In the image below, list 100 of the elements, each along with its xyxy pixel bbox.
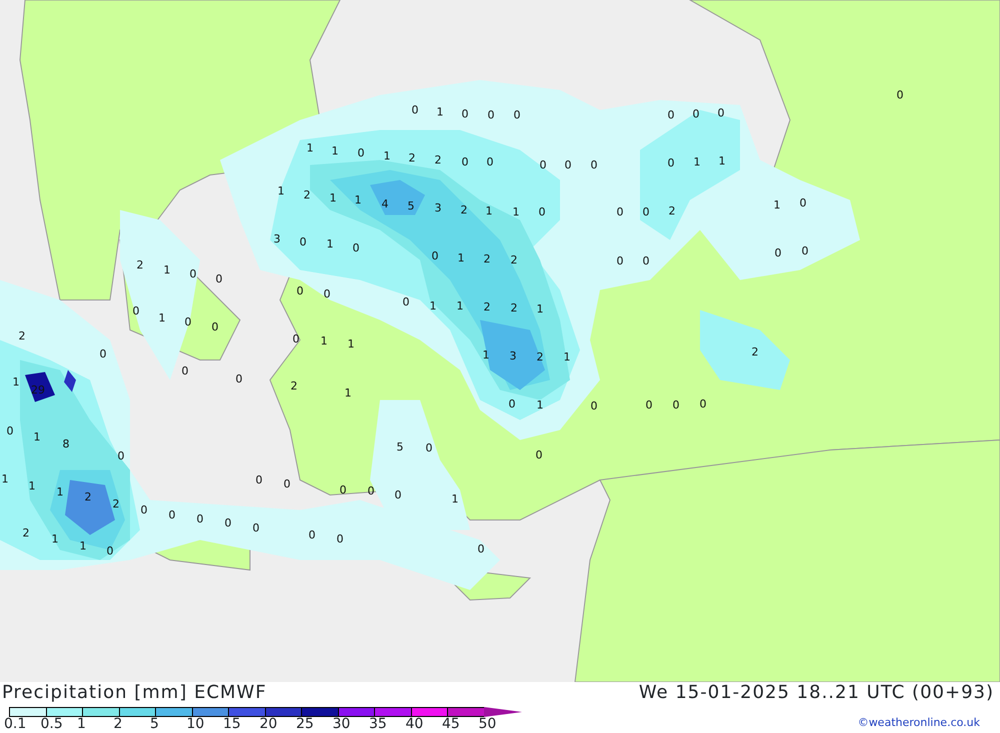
precipitation-value: 0 (478, 544, 484, 554)
scale-label: 0.1 (4, 717, 28, 732)
precipitation-value: 0 (800, 198, 806, 208)
precipitation-value: 0 (538, 206, 546, 218)
precipitation-value: 2 (510, 302, 518, 314)
precipitation-value: 1 (52, 534, 58, 544)
precipitation-value: 1 (384, 150, 390, 162)
precipitation-value: 0 (774, 248, 782, 258)
precipitation-value: 0 (802, 246, 808, 256)
precipitation-value: 0 (616, 256, 624, 266)
precipitation-value: 0 (168, 510, 176, 520)
precipitation-value: 2 (290, 380, 298, 392)
precipitation-value: 0 (308, 530, 316, 540)
precipitation-value: 0 (508, 398, 516, 410)
precipitation-value: 0 (668, 158, 674, 168)
scale-label: 25 (296, 717, 315, 732)
precipitation-value: 2 (434, 154, 442, 166)
precipitation-value: 0 (700, 398, 706, 410)
precipitation-value: 3 (274, 234, 280, 244)
precipitation-value: 0 (402, 296, 410, 308)
precipitation-value: 0 (692, 108, 700, 120)
precipitation-value: 8 (62, 438, 70, 450)
precipitation-value: 2 (668, 206, 676, 216)
precipitation-value: 29 (31, 384, 45, 396)
scale-label: 0.5 (40, 717, 64, 732)
precipitation-value: 0 (182, 366, 188, 376)
precipitation-value: 0 (296, 286, 304, 296)
precipitation-value: 2 (460, 204, 468, 216)
precipitation-value: 1 (718, 156, 726, 166)
precipitation-value: 1 (278, 186, 284, 196)
precipitation-value: 0 (216, 274, 222, 284)
scale-label: 20 (260, 717, 278, 732)
precipitation-value: 1 (354, 194, 362, 206)
precipitation-value: 2 (536, 352, 544, 362)
precipitation-value: 1 (80, 540, 86, 552)
precipitation-value: 1 (28, 480, 36, 492)
precipitation-value: 1 (482, 350, 490, 360)
precipitation-value: 1 (564, 352, 570, 362)
precipitation-value: 0 (358, 148, 364, 158)
precipitation-value: 0 (642, 206, 650, 218)
precipitation-value: 2 (510, 254, 518, 266)
precipitation-value: 0 (426, 442, 432, 454)
scale-label: 5 (150, 717, 160, 732)
precipitation-value: 1 (330, 192, 336, 204)
precipitation-value: 1 (512, 206, 520, 218)
precipitation-value: 0 (300, 236, 306, 248)
precipitation-value: 0 (486, 156, 494, 168)
scale-label: 50 (478, 717, 498, 732)
precipitation-value: 0 (488, 110, 494, 120)
precipitation-value: 1 (320, 336, 328, 346)
precipitation-value: 1 (436, 106, 444, 118)
credit-link[interactable]: ©weatheronline.co.uk (858, 715, 980, 732)
precipitation-value: 1 (694, 156, 700, 168)
precipitation-value: 0 (616, 206, 624, 218)
scale-label: 35 (369, 717, 388, 732)
precipitation-value: 0 (672, 400, 680, 410)
precipitation-value: 1 (456, 300, 464, 312)
precipitation-value: 0 (190, 268, 196, 280)
precipitation-value: 2 (112, 498, 120, 510)
precipitation-value: 1 (430, 300, 436, 312)
precipitation-value: 0 (412, 104, 418, 116)
precipitation-value: 1 (486, 206, 492, 216)
scale-label: 10 (186, 717, 206, 732)
precipitation-value: 2 (84, 492, 92, 502)
precipitation-value: 4 (382, 198, 388, 210)
precipitation-value: 0 (536, 450, 542, 460)
precipitation-value: 1 (56, 486, 64, 498)
precipitation-value: 1 (536, 304, 544, 314)
precipitation-value: 1 (774, 200, 780, 210)
precipitation-value: 2 (22, 528, 30, 538)
precipitation-value: 0 (6, 426, 14, 436)
precipitation-value: 0 (284, 478, 290, 490)
precipitation-value: 1 (306, 142, 314, 154)
precipitation-value: 2 (18, 330, 26, 342)
scale-label: 15 (223, 717, 242, 732)
scale-label: 1 (77, 717, 87, 732)
precipitation-value: 0 (462, 108, 468, 120)
precipitation-value: 0 (432, 250, 438, 262)
precipitation-value: 0 (462, 156, 468, 168)
forecast-time: We 15-01-2025 18..21 UTC (00+93) (638, 682, 994, 704)
precipitation-value: 0 (252, 522, 260, 534)
precipitation-value: 0 (642, 256, 650, 266)
precipitation-value: 1 (536, 400, 544, 410)
precipitation-value: 0 (590, 400, 598, 412)
precipitation-value: 1 (164, 264, 170, 276)
precipitation-value: 2 (484, 254, 490, 264)
precipitation-value: 0 (394, 490, 402, 500)
chart-title: Precipitation [mm] ECMWF (2, 682, 267, 704)
scale-label: 2 (114, 717, 124, 732)
precipitation-value: 2 (136, 260, 144, 270)
precipitation-value: 1 (452, 494, 458, 504)
precipitation-value: 0 (256, 474, 262, 486)
precipitation-value: 5 (408, 200, 414, 212)
precipitation-value: 2 (752, 346, 758, 358)
precipitation-value: 0 (336, 534, 344, 544)
scale-label: 45 (442, 717, 461, 732)
precipitation-value: 0 (100, 348, 106, 360)
precipitation-value: 0 (352, 242, 360, 254)
precipitation-value: 0 (106, 546, 114, 556)
precipitation-value: 0 (340, 484, 346, 496)
